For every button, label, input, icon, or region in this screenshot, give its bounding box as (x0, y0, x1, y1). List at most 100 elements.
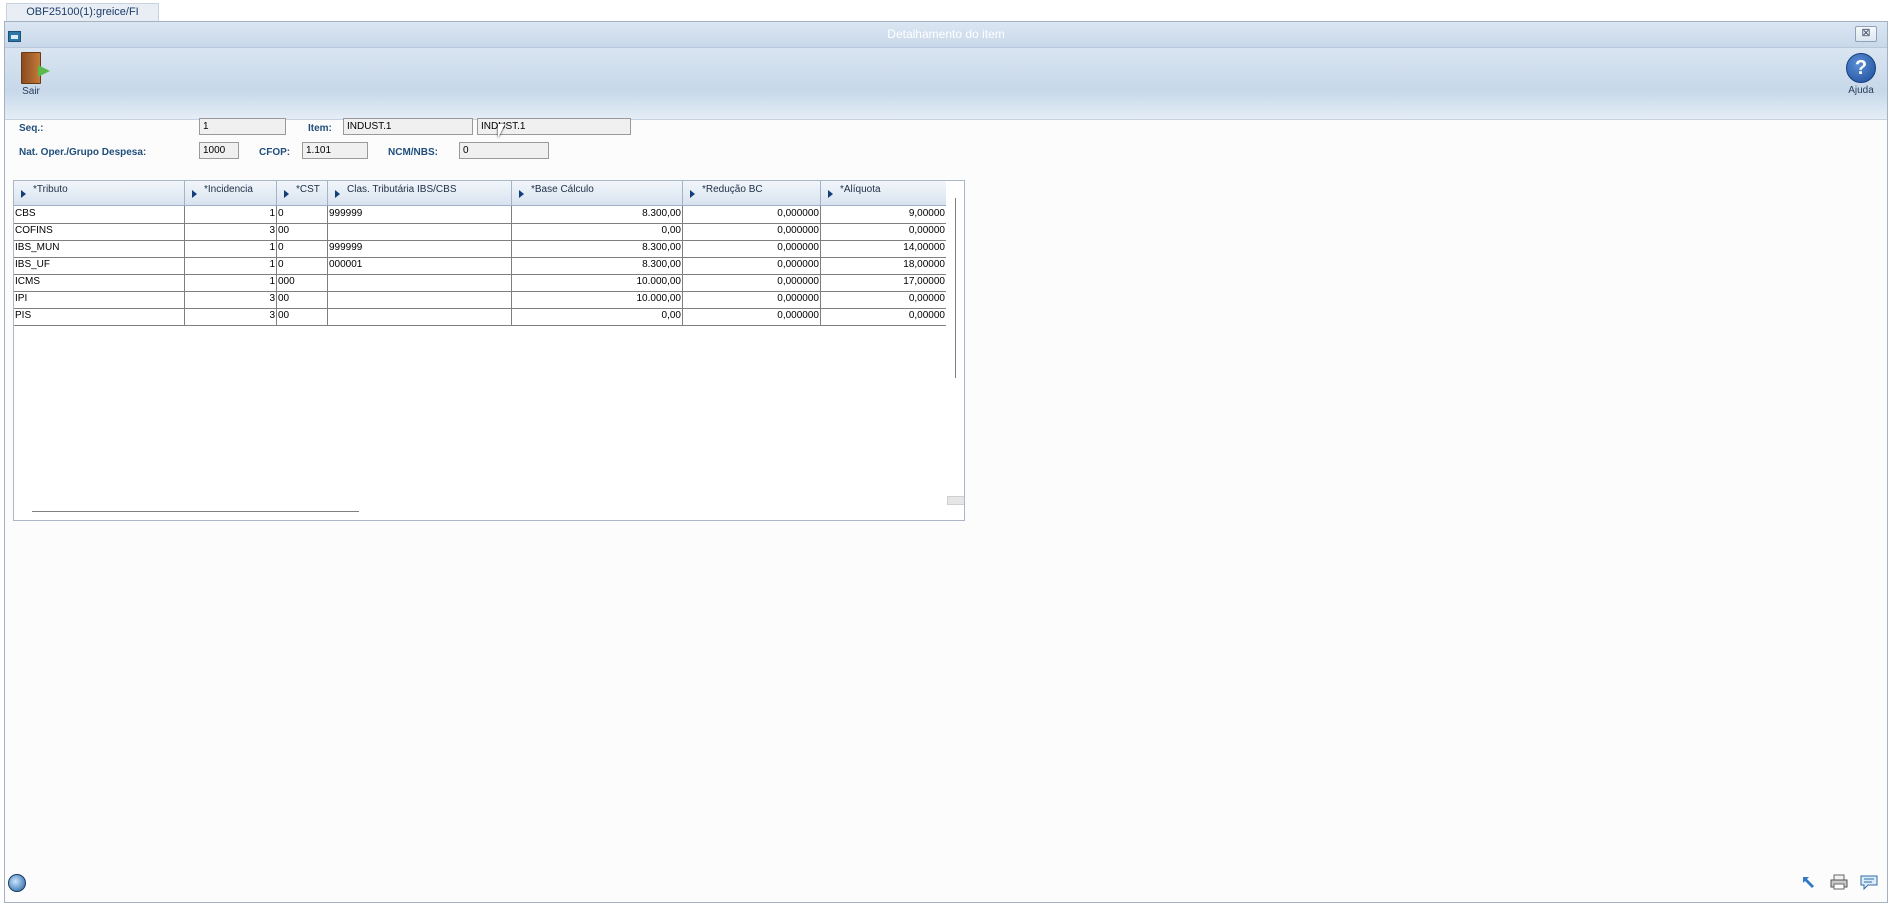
cell-incidencia[interactable]: 3 (185, 291, 277, 308)
cell-clas-tributaria[interactable] (328, 291, 512, 308)
column-header-cst[interactable]: *CST (277, 181, 328, 205)
tab-label: OBF25100(1):greice/FI (26, 6, 139, 18)
cell-incidencia[interactable]: 1 (185, 274, 277, 291)
table-row[interactable]: COFINS 3 00 0,00 0,000000 0,00000 (14, 223, 946, 241)
title-bar: Detalhamento do item ⊠ (5, 22, 1887, 48)
table-row[interactable]: IPI 3 00 10.000,00 0,000000 0,00000 (14, 291, 946, 309)
column-header-tributo[interactable]: *Tributo (14, 181, 185, 205)
cell-clas-tributaria[interactable]: 000001 (328, 257, 512, 274)
column-header-text: *Incidencia (204, 184, 253, 195)
cell-aliquota[interactable]: 0,00000 (821, 291, 946, 308)
item-code-field[interactable]: INDUST.1 (343, 118, 473, 135)
window-title: Detalhamento do item (887, 27, 1005, 41)
cell-aliquota[interactable]: 17,00000 (821, 274, 946, 291)
column-header-reducao-bc[interactable]: *Redução BC (683, 181, 821, 205)
ncm-label: NCM/NBS: (388, 147, 438, 158)
tax-grid[interactable]: *Tributo *Incidencia *CST Clas. Tributár… (13, 180, 965, 521)
cell-reducao-bc[interactable]: 0,000000 (683, 274, 821, 291)
cell-tributo[interactable]: PIS (14, 308, 185, 325)
cell-incidencia[interactable]: 3 (185, 308, 277, 325)
cell-clas-tributaria[interactable]: 999999 (328, 206, 512, 223)
cell-cst[interactable]: 000 (277, 274, 328, 291)
ncm-field[interactable]: 0 (459, 142, 549, 159)
cell-clas-tributaria[interactable] (328, 274, 512, 291)
cell-aliquota[interactable]: 18,00000 (821, 257, 946, 274)
cell-tributo[interactable]: IBS_MUN (14, 240, 185, 257)
cell-cst[interactable]: 0 (277, 206, 328, 223)
cell-reducao-bc[interactable]: 0,000000 (683, 223, 821, 240)
sort-arrow-icon (284, 190, 289, 198)
cell-cst[interactable]: 00 (277, 223, 328, 240)
natop-field[interactable]: 1000 (199, 142, 239, 159)
seq-field[interactable]: 1 (199, 118, 286, 135)
table-row[interactable]: ICMS 1 000 10.000,00 0,000000 17,00000 (14, 274, 946, 292)
chat-icon[interactable] (1860, 874, 1878, 890)
cell-base-calculo[interactable]: 10.000,00 (512, 291, 683, 308)
cell-incidencia[interactable]: 1 (185, 257, 277, 274)
cell-tributo[interactable]: CBS (14, 206, 185, 223)
cell-reducao-bc[interactable]: 0,000000 (683, 206, 821, 223)
cell-base-calculo[interactable]: 10.000,00 (512, 274, 683, 291)
cell-base-calculo[interactable]: 8.300,00 (512, 206, 683, 223)
cell-reducao-bc[interactable]: 0,000000 (683, 240, 821, 257)
column-header-clas-tributaria[interactable]: Clas. Tributária IBS/CBS (328, 181, 512, 205)
table-row[interactable]: PIS 3 00 0,00 0,000000 0,00000 (14, 308, 946, 326)
column-header-text: *Tributo (33, 184, 68, 195)
cell-reducao-bc[interactable]: 0,000000 (683, 308, 821, 325)
cell-incidencia[interactable]: 3 (185, 223, 277, 240)
mouse-cursor-icon (498, 124, 505, 138)
expand-icon[interactable] (1800, 874, 1818, 890)
cell-incidencia[interactable]: 1 (185, 206, 277, 223)
help-button[interactable]: ? Ajuda (1841, 52, 1881, 96)
cell-reducao-bc[interactable]: 0,000000 (683, 257, 821, 274)
column-header-text: *Redução BC (702, 184, 763, 195)
scroll-corner-button[interactable] (947, 496, 964, 505)
cfop-field[interactable]: 1.101 (302, 142, 368, 159)
cell-cst[interactable]: 0 (277, 240, 328, 257)
door-exit-icon (21, 52, 50, 84)
table-row[interactable]: IBS_MUN 1 0 999999 8.300,00 0,000000 14,… (14, 240, 946, 258)
cell-cst[interactable]: 00 (277, 291, 328, 308)
exit-button[interactable]: Sair (11, 52, 51, 97)
cell-tributo[interactable]: ICMS (14, 274, 185, 291)
column-header-base-calculo[interactable]: *Base Cálculo (512, 181, 683, 205)
natop-label: Nat. Oper./Grupo Despesa: (19, 147, 147, 158)
cell-aliquota[interactable]: 0,00000 (821, 223, 946, 240)
column-header-incidencia[interactable]: *Incidencia (185, 181, 277, 205)
cell-incidencia[interactable]: 1 (185, 240, 277, 257)
tab-obf25100[interactable]: OBF25100(1):greice/FI (6, 3, 159, 21)
cell-base-calculo[interactable]: 8.300,00 (512, 240, 683, 257)
grid-header: *Tributo *Incidencia *CST Clas. Tributár… (14, 181, 946, 206)
cell-aliquota[interactable]: 14,00000 (821, 240, 946, 257)
cell-base-calculo[interactable]: 8.300,00 (512, 257, 683, 274)
cell-cst[interactable]: 0 (277, 257, 328, 274)
print-icon[interactable] (1830, 874, 1848, 890)
cell-tributo[interactable]: IBS_UF (14, 257, 185, 274)
sort-arrow-icon (519, 190, 524, 198)
close-button[interactable]: ⊠ (1855, 26, 1877, 42)
column-header-aliquota[interactable]: *Alíquota (821, 181, 946, 205)
column-header-text: *Alíquota (840, 184, 881, 195)
sort-arrow-icon (828, 190, 833, 198)
cell-base-calculo[interactable]: 0,00 (512, 223, 683, 240)
cell-clas-tributaria[interactable] (328, 223, 512, 240)
cell-cst[interactable]: 00 (277, 308, 328, 325)
seq-label: Seq.: (19, 123, 44, 134)
cell-reducao-bc[interactable]: 0,000000 (683, 291, 821, 308)
cell-tributo[interactable]: IPI (14, 291, 185, 308)
vertical-scrollbar[interactable] (955, 198, 956, 378)
cell-aliquota[interactable]: 0,00000 (821, 308, 946, 325)
table-row[interactable]: IBS_UF 1 0 000001 8.300,00 0,000000 18,0… (14, 257, 946, 275)
table-row[interactable]: CBS 1 0 999999 8.300,00 0,000000 9,00000 (14, 206, 946, 224)
toolbar: Sair ? Ajuda (5, 48, 1887, 120)
column-header-text: Clas. Tributária IBS/CBS (347, 184, 457, 195)
cell-base-calculo[interactable]: 0,00 (512, 308, 683, 325)
cfop-label: CFOP: (259, 147, 291, 158)
cell-tributo[interactable]: COFINS (14, 223, 185, 240)
column-header-text: *CST (296, 184, 320, 195)
cell-aliquota[interactable]: 9,00000 (821, 206, 946, 223)
horizontal-scrollbar[interactable] (32, 511, 359, 512)
globe-icon[interactable] (8, 874, 26, 892)
cell-clas-tributaria[interactable]: 999999 (328, 240, 512, 257)
cell-clas-tributaria[interactable] (328, 308, 512, 325)
